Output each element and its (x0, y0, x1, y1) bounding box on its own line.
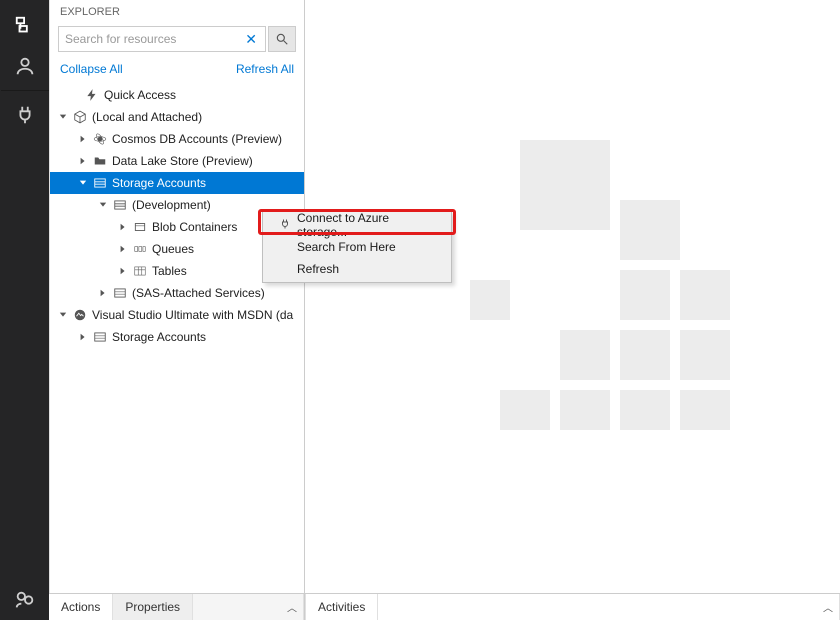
refresh-all-link[interactable]: Refresh All (236, 62, 294, 76)
explorer-bottom-tabs: Actions Properties ︿ (49, 594, 305, 620)
tree-quick-access[interactable]: Quick Access (50, 84, 304, 106)
search-box[interactable]: ✕ (58, 26, 266, 52)
ctx-refresh[interactable]: Refresh (265, 258, 449, 280)
chevron-up-icon[interactable]: ︿ (287, 600, 297, 615)
plug-rail-icon[interactable] (1, 95, 49, 135)
collapse-all-link[interactable]: Collapse All (60, 62, 123, 76)
account-rail-icon[interactable] (1, 46, 49, 86)
storage-icon (112, 197, 128, 213)
plug-icon (279, 218, 291, 233)
bolt-icon (84, 87, 100, 103)
explorer-panel: EXPLORER ✕ Collapse All Refresh All Quic… (49, 0, 305, 620)
tree-cosmos[interactable]: Cosmos DB Accounts (Preview) (50, 128, 304, 150)
tree-datalake[interactable]: Data Lake Store (Preview) (50, 150, 304, 172)
context-menu: Connect to Azure storage... Search From … (262, 211, 452, 283)
clear-search-icon[interactable]: ✕ (243, 31, 259, 48)
chevron-up-icon[interactable]: ︿ (823, 600, 833, 615)
subscription-icon (72, 307, 88, 323)
feedback-rail-icon[interactable] (1, 580, 49, 620)
explorer-title: EXPLORER (50, 0, 304, 22)
background-decoration (470, 140, 770, 430)
storage-icon (92, 175, 108, 191)
search-button[interactable] (268, 26, 296, 52)
tree-sas[interactable]: (SAS-Attached Services) (50, 282, 304, 304)
tree-local-attached[interactable]: (Local and Attached) (50, 106, 304, 128)
cube-icon (72, 109, 88, 125)
actions-tab[interactable]: Actions (49, 594, 113, 620)
ctx-search-here[interactable]: Search From Here (265, 236, 449, 258)
search-input[interactable] (65, 32, 243, 46)
storage-icon (92, 329, 108, 345)
tree-storage-accounts-2[interactable]: Storage Accounts (50, 326, 304, 348)
activities-tab[interactable]: Activities (305, 594, 378, 620)
tree-storage-accounts[interactable]: Storage Accounts (50, 172, 304, 194)
table-icon (132, 263, 148, 279)
queue-icon (132, 241, 148, 257)
properties-tab[interactable]: Properties (113, 594, 193, 620)
explorer-rail-icon[interactable] (1, 6, 49, 46)
container-icon (132, 219, 148, 235)
main-bottom-tabs: Activities ︿ (305, 594, 840, 620)
tree-vs-ultimate[interactable]: Visual Studio Ultimate with MSDN (da (50, 304, 304, 326)
folder-icon (92, 153, 108, 169)
resource-tree: Quick Access (Local and Attached) Cosmos… (50, 82, 304, 620)
activity-bar (0, 0, 49, 620)
main-pane (305, 0, 840, 620)
ctx-connect-azure[interactable]: Connect to Azure storage... (265, 214, 449, 236)
cosmos-icon (92, 131, 108, 147)
storage-icon (112, 285, 128, 301)
